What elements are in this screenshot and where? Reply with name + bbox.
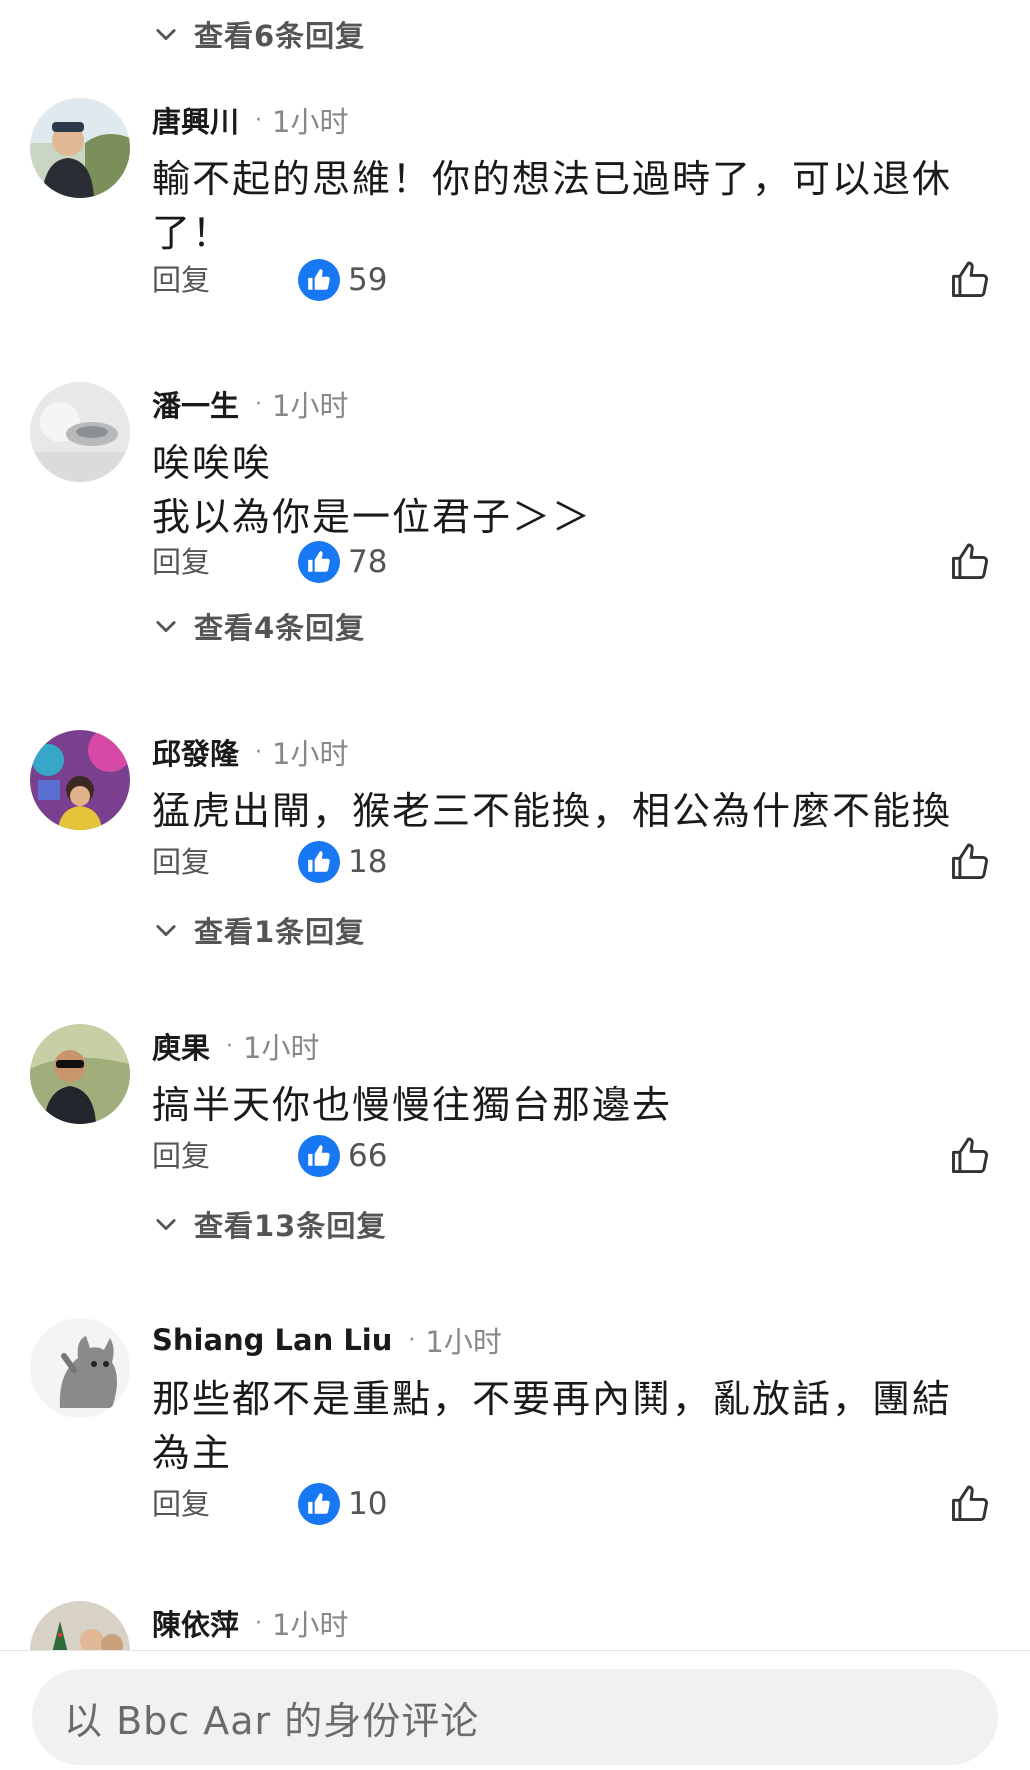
view-replies-label: 查看1条回复 <box>194 915 366 949</box>
thumbs-up-badge-icon <box>298 1483 340 1525</box>
avatar[interactable] <box>30 730 130 830</box>
view-replies-button[interactable]: 查看1条回复 <box>152 908 365 952</box>
comment-text: 猛虎出閘，猴老三不能換，相公為什麼不能換 <box>152 784 1002 838</box>
commenter-name[interactable]: Shiang Lan Liu <box>152 1323 392 1357</box>
comment-time: 1小时 <box>272 737 349 771</box>
like-count-number: 66 <box>348 1138 388 1174</box>
like-count-number: 59 <box>348 262 388 298</box>
comment-header: 潘一生 · 1小时 <box>152 382 348 426</box>
thumbs-up-outline-icon <box>952 261 989 298</box>
like-button[interactable] <box>948 1482 992 1526</box>
comment-time: 1小时 <box>243 1031 320 1065</box>
comment-header: 陳依萍 · 1小时 <box>152 1601 348 1645</box>
like-count-number: 10 <box>348 1486 388 1522</box>
commenter-name[interactable]: 唐興川 <box>152 99 239 141</box>
avatar[interactable] <box>30 1318 130 1418</box>
thumbs-up-outline-icon <box>952 843 989 880</box>
view-replies-button[interactable]: 查看13条回复 <box>152 1202 386 1246</box>
like-count-number: 18 <box>348 844 388 880</box>
view-replies-label: 查看6条回复 <box>194 19 366 53</box>
comment-text-line: 那些都不是重點，不要再內鬨，亂放話，團結 <box>152 1377 953 1421</box>
view-replies-button[interactable]: 查看6条回复 <box>152 12 365 56</box>
thumbs-up-outline-icon <box>952 1137 989 1174</box>
comment-text: 搞半天你也慢慢往獨台那邊去 <box>152 1078 1002 1132</box>
thumbs-up-outline-icon <box>952 543 989 580</box>
comment-input-placeholder: 以 Bbc Aar 的身份评论 <box>64 1698 480 1743</box>
separator-dot: · <box>408 1327 416 1353</box>
comment-text-line: 我以為你是一位君子＞＞ <box>152 495 593 539</box>
like-count[interactable]: 10 <box>298 1482 387 1526</box>
comment-text: 那些都不是重點，不要再內鬨，亂放話，團結 為主 <box>152 1372 1002 1480</box>
avatar[interactable] <box>30 98 130 198</box>
comment-text-line: 為主 <box>152 1431 233 1475</box>
comment-text: 輸不起的思維！你的想法已過時了，可以退休 了！ <box>152 152 1002 260</box>
separator-dot: · <box>255 1610 263 1636</box>
commenter-name[interactable]: 陳依萍 <box>152 1602 239 1644</box>
avatar[interactable] <box>30 1024 130 1124</box>
reply-button[interactable]: 回复 <box>152 258 210 302</box>
chevron-down-icon <box>156 1219 176 1231</box>
view-replies-label: 查看4条回复 <box>194 611 366 645</box>
comment-header: 唐興川 · 1小时 <box>152 98 348 142</box>
separator-dot: · <box>255 107 263 133</box>
view-replies-button[interactable]: 查看4条回复 <box>152 604 365 648</box>
like-button[interactable] <box>948 1134 992 1178</box>
commenter-name[interactable]: 邱發隆 <box>152 731 239 773</box>
avatar[interactable] <box>30 1601 130 1650</box>
reply-button[interactable]: 回复 <box>152 840 210 884</box>
comment-input[interactable]: 以 Bbc Aar 的身份评论 <box>32 1669 998 1765</box>
like-count[interactable]: 78 <box>298 540 387 584</box>
chevron-down-icon <box>156 621 176 633</box>
thumbs-up-badge-icon <box>298 259 340 301</box>
comment-text-line: 了！ <box>152 211 233 255</box>
comment-time: 1小时 <box>272 105 349 139</box>
like-count[interactable]: 18 <box>298 840 387 884</box>
comment-text-line: 唉唉唉 <box>152 441 273 485</box>
comment-time: 1小时 <box>272 389 349 423</box>
comment-header: 邱發隆 · 1小时 <box>152 730 348 774</box>
comment-text-line: 輸不起的思維！你的想法已過時了，可以退休 <box>152 157 953 201</box>
thumbs-up-outline-icon <box>952 1485 989 1522</box>
comment-text: 唉唉唉 我以為你是一位君子＞＞ <box>152 436 1002 544</box>
avatar[interactable] <box>30 382 130 482</box>
commenter-name[interactable]: 潘一生 <box>152 383 239 425</box>
comment-time: 1小时 <box>272 1608 349 1642</box>
reply-button[interactable]: 回复 <box>152 1134 210 1178</box>
like-button[interactable] <box>948 258 992 302</box>
like-button[interactable] <box>948 540 992 584</box>
separator-dot: · <box>226 1033 234 1059</box>
commenter-name[interactable]: 庾果 <box>152 1025 210 1067</box>
thumbs-up-badge-icon <box>298 841 340 883</box>
thumbs-up-badge-icon <box>298 541 340 583</box>
separator-dot: · <box>255 739 263 765</box>
comment-text-line: 猛虎出閘，猴老三不能換，相公為什麼不能換 <box>152 789 953 833</box>
view-replies-label: 查看13条回复 <box>194 1209 387 1243</box>
thumbs-up-badge-icon <box>298 1135 340 1177</box>
reply-button[interactable]: 回复 <box>152 1482 210 1526</box>
like-button[interactable] <box>948 840 992 884</box>
comment-feed: 查看6条回复 唐興川 · 1小时 輸不起的思維！你的想法已過時了，可以退休 了！… <box>0 0 1030 1650</box>
comment-header: Shiang Lan Liu · 1小时 <box>152 1318 502 1362</box>
comment-time: 1小时 <box>425 1325 502 1359</box>
reply-button[interactable]: 回复 <box>152 540 210 584</box>
comment-text-line: 搞半天你也慢慢往獨台那邊去 <box>152 1083 673 1127</box>
comment-composer-bar: 以 Bbc Aar 的身份评论 <box>0 1650 1030 1770</box>
chevron-down-icon <box>156 925 176 937</box>
like-count[interactable]: 66 <box>298 1134 387 1178</box>
chevron-down-icon <box>156 29 176 41</box>
like-count[interactable]: 59 <box>298 258 387 302</box>
like-count-number: 78 <box>348 544 388 580</box>
comment-header: 庾果 · 1小时 <box>152 1024 319 1068</box>
separator-dot: · <box>255 391 263 417</box>
